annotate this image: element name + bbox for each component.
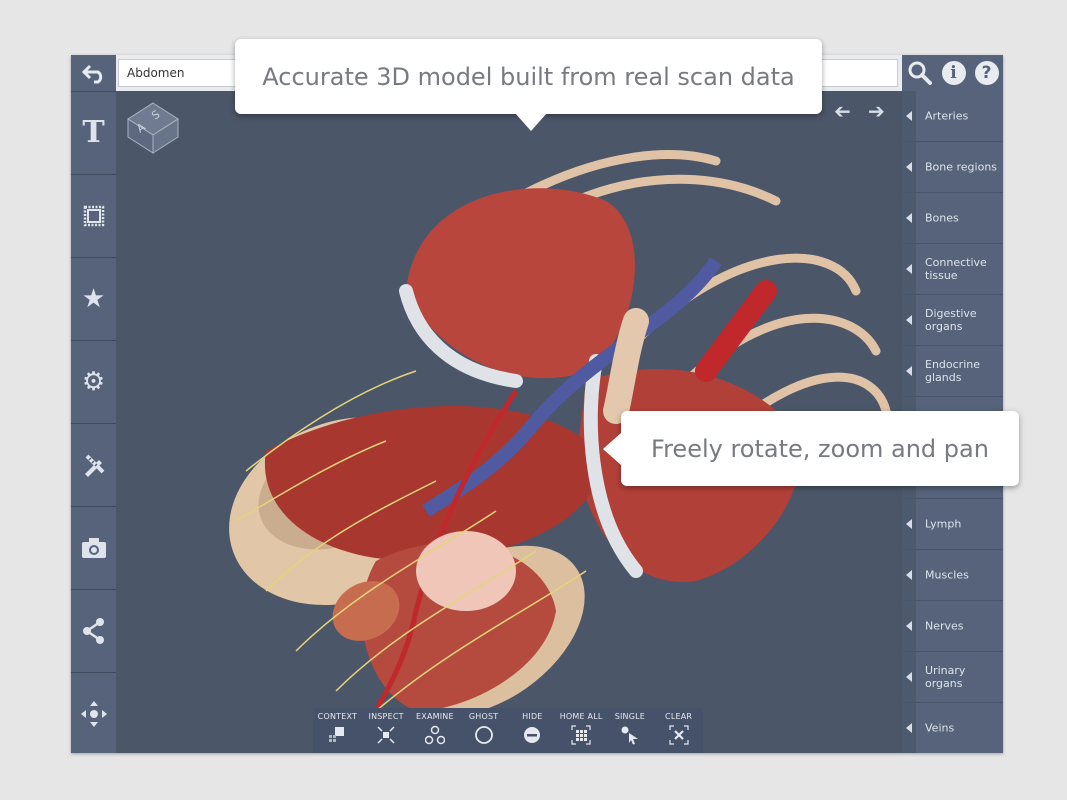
snapshot-button[interactable] (71, 506, 116, 589)
callout-scan-data-text: Accurate 3D model built from real scan d… (262, 62, 795, 91)
clear-icon (669, 725, 689, 745)
examine-label: EXAMINE (416, 712, 454, 721)
move-icon (80, 701, 107, 727)
category-label: Lymph (925, 517, 962, 531)
category-label: Arteries (925, 109, 969, 123)
home-all-label: HOME ALL (559, 712, 603, 721)
star-icon: ★ (81, 284, 106, 314)
category-connective-tissue[interactable]: Connective tissue (902, 244, 1003, 295)
callout-scan-data: Accurate 3D model built from real scan d… (235, 39, 822, 131)
caret-left-icon (902, 193, 916, 243)
help-icon[interactable]: ? (974, 61, 999, 85)
inspect-label: INSPECT (368, 712, 404, 721)
hide-label: HIDE (522, 712, 543, 721)
category-endocrine-glands[interactable]: Endocrine glands (902, 346, 1003, 397)
ghost-icon (474, 726, 493, 744)
callout-rotate-zoom-text: Freely rotate, zoom and pan (651, 434, 989, 463)
single-icon (621, 726, 638, 745)
back-icon (81, 64, 102, 84)
category-label: Veins (925, 721, 955, 735)
caret-left-icon (902, 601, 916, 651)
caret-left-icon (902, 142, 916, 192)
category-label: Bone regions (925, 160, 998, 174)
examine-button[interactable]: EXAMINE (411, 708, 460, 753)
category-urinary-organs[interactable]: Urinary organs (902, 652, 1003, 703)
context-button[interactable]: CONTEXT (313, 708, 362, 753)
inspect-icon (377, 726, 395, 744)
caret-left-icon (902, 499, 916, 549)
share-icon (82, 618, 104, 644)
inspect-button[interactable]: INSPECT (362, 708, 411, 753)
category-label: Digestive organs (925, 307, 977, 333)
category-label: Muscles (925, 568, 969, 582)
ghost-label: GHOST (468, 712, 499, 721)
caret-left-icon (902, 91, 916, 141)
single-button[interactable]: SINGLE (606, 708, 655, 753)
ghost-button[interactable]: GHOST (459, 708, 508, 753)
settings-button[interactable]: ⚙ (71, 340, 116, 423)
clear-label: CLEAR (665, 712, 693, 721)
category-digestive-organs[interactable]: Digestive organs (902, 295, 1003, 346)
text-icon: T (82, 115, 105, 150)
bottom-toolbar: CONTEXT INSPECT EXAMINE GHOST HIDE HOME … (313, 708, 703, 753)
caret-left-icon (902, 652, 916, 702)
top-right-icons: i ? (902, 55, 1003, 91)
examine-icon (424, 725, 445, 745)
single-label: SINGLE (614, 712, 646, 721)
share-button[interactable] (71, 589, 116, 672)
back-button[interactable] (71, 55, 116, 91)
category-label: Nerves (925, 619, 964, 633)
draw-tool-button[interactable] (71, 423, 116, 506)
pencil-ruler-icon (84, 454, 104, 477)
clear-button[interactable]: CLEAR (654, 708, 703, 753)
info-icon[interactable]: i (941, 61, 966, 85)
category-label: Bones (925, 211, 959, 225)
caret-left-icon (902, 703, 916, 753)
favorites-button[interactable]: ★ (71, 257, 116, 340)
caret-left-icon (902, 346, 916, 396)
camera-icon (81, 538, 106, 558)
left-toolbar: T ★ ⚙ (71, 55, 116, 753)
category-lymph[interactable]: Lymph (902, 499, 1003, 550)
gear-icon: ⚙ (81, 367, 106, 397)
app-frame: T ★ ⚙ Abdomen i ? A S ➔ ➔ CONTEXT INSPEC… (71, 55, 1003, 753)
callout-rotate-zoom: Freely rotate, zoom and pan (603, 411, 1019, 486)
caret-left-icon (902, 550, 916, 600)
category-nerves[interactable]: Nerves (902, 601, 1003, 652)
category-veins[interactable]: Veins (902, 703, 1003, 753)
hide-icon (524, 727, 541, 743)
stamp-tool-button[interactable] (71, 174, 116, 257)
hide-button[interactable]: HIDE (508, 708, 557, 753)
category-bone-regions[interactable]: Bone regions (902, 142, 1003, 193)
home-all-button[interactable]: HOME ALL (557, 708, 606, 753)
caret-left-icon (902, 295, 916, 345)
pan-move-button[interactable] (71, 672, 116, 753)
category-label: Urinary organs (925, 664, 966, 690)
context-icon (329, 727, 345, 742)
category-label: Connective tissue (925, 256, 987, 282)
stamp-frame-icon (83, 205, 104, 227)
category-bones[interactable]: Bones (902, 193, 1003, 244)
context-label: CONTEXT (317, 712, 358, 721)
text-tool-button[interactable]: T (71, 91, 116, 174)
caret-left-icon (902, 244, 916, 294)
category-label: Endocrine glands (925, 358, 980, 384)
category-muscles[interactable]: Muscles (902, 550, 1003, 601)
search-icon[interactable] (907, 60, 933, 86)
category-arteries[interactable]: Arteries (902, 91, 1003, 142)
home-all-icon (571, 725, 591, 745)
